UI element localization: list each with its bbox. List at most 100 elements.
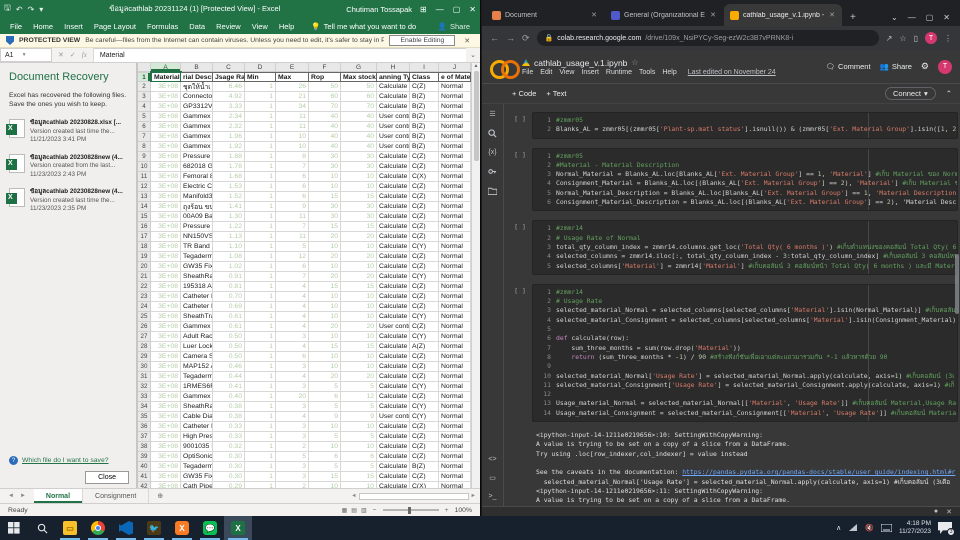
cell[interactable]: 0.69 bbox=[213, 302, 245, 312]
enable-editing-button[interactable]: Enable Editing bbox=[389, 35, 456, 46]
cell[interactable]: 10 bbox=[309, 292, 341, 302]
cell[interactable]: 1 bbox=[245, 132, 276, 142]
cell[interactable]: 9001035 H bbox=[181, 442, 213, 452]
cell[interactable]: Calculate bbox=[377, 432, 410, 442]
taskbar-game-app[interactable]: 🐦 bbox=[140, 516, 168, 540]
row-header[interactable]: 5 bbox=[138, 112, 151, 122]
cell[interactable]: 682018 Ga bbox=[181, 162, 213, 172]
cell[interactable]: 1 bbox=[245, 312, 276, 322]
tray-expand-icon[interactable]: ∧ bbox=[836, 524, 841, 532]
cell[interactable]: 3E+08 bbox=[151, 452, 181, 462]
row-header[interactable]: 20 bbox=[138, 262, 151, 272]
cell[interactable]: 0.50 bbox=[213, 332, 245, 342]
cell[interactable]: ถุงร้อน ขน bbox=[181, 202, 213, 212]
cell[interactable]: 3 bbox=[276, 382, 309, 392]
cell[interactable]: 30 bbox=[341, 162, 377, 172]
cell[interactable]: SheathRa bbox=[181, 402, 213, 412]
cell[interactable]: 0.50 bbox=[213, 342, 245, 352]
cell[interactable]: 6 bbox=[309, 452, 341, 462]
cell[interactable]: Calculate bbox=[377, 272, 410, 282]
cell[interactable]: 5 bbox=[309, 382, 341, 392]
cell[interactable]: 4 bbox=[276, 322, 309, 332]
cell[interactable]: Calculate bbox=[377, 362, 410, 372]
side-panel-icon[interactable]: ▯ bbox=[914, 34, 918, 43]
cell[interactable]: Manifold3 bbox=[181, 192, 213, 202]
last-edited-link[interactable]: Last edited on November 24 bbox=[688, 69, 776, 76]
cell[interactable]: Calculate bbox=[377, 262, 410, 272]
cell[interactable]: GP3312V5 bbox=[181, 102, 213, 112]
cell[interactable]: Normal bbox=[439, 132, 471, 142]
cell[interactable]: 3 bbox=[276, 362, 309, 372]
cell[interactable]: C(Y) bbox=[410, 382, 439, 392]
cell[interactable]: 30 bbox=[341, 202, 377, 212]
cell[interactable]: C(Y) bbox=[410, 332, 439, 342]
cell[interactable]: C(Z) bbox=[410, 162, 439, 172]
cell[interactable]: 11 bbox=[276, 212, 309, 222]
cell[interactable]: Normal bbox=[439, 142, 471, 152]
cell[interactable]: 1 bbox=[245, 162, 276, 172]
hscroll-right-icon[interactable]: ► bbox=[471, 493, 476, 499]
cell[interactable]: Pressure I bbox=[181, 152, 213, 162]
cell[interactable]: 15 bbox=[309, 282, 341, 292]
cell[interactable]: 3E+08 bbox=[151, 372, 181, 382]
cell[interactable]: Normal bbox=[439, 162, 471, 172]
cell[interactable]: 1RMES6F1 bbox=[181, 382, 213, 392]
save-icon[interactable]: 🖫 bbox=[4, 2, 11, 16]
cell[interactable]: 12 bbox=[341, 392, 377, 402]
cell[interactable]: Calculate bbox=[377, 292, 410, 302]
cell[interactable]: 40 bbox=[341, 122, 377, 132]
share-button[interactable]: 👤 Share bbox=[438, 22, 470, 31]
cell[interactable]: 10 bbox=[309, 302, 341, 312]
cell[interactable]: 50 bbox=[309, 82, 341, 92]
excel-minimize-button[interactable]: — bbox=[436, 5, 444, 14]
recovered-file-item[interactable]: ข้อมูลcathlab 20230828new (4...Version c… bbox=[6, 188, 129, 214]
cell[interactable]: OptiSonic bbox=[181, 452, 213, 462]
cell[interactable]: 20 bbox=[341, 322, 377, 332]
cell[interactable]: 3 bbox=[276, 462, 309, 472]
sheet-tab-normal[interactable]: Normal bbox=[33, 489, 84, 503]
bottom-close-icon[interactable]: ✕ bbox=[946, 508, 952, 516]
column-header-H[interactable]: H bbox=[377, 63, 410, 72]
row-header[interactable]: 41 bbox=[138, 472, 151, 482]
cell[interactable]: 1 bbox=[245, 372, 276, 382]
cell[interactable]: 1 bbox=[245, 302, 276, 312]
cell[interactable]: 5 bbox=[309, 462, 341, 472]
cell[interactable]: 3E+08 bbox=[151, 352, 181, 362]
cell[interactable]: 0.81 bbox=[213, 282, 245, 292]
page-break-view-icon[interactable]: ▥ bbox=[361, 507, 367, 514]
cell[interactable]: 6 bbox=[341, 452, 377, 462]
cell[interactable]: 1 bbox=[245, 442, 276, 452]
colab-menu-view[interactable]: View bbox=[559, 69, 574, 76]
cell[interactable]: 1 bbox=[245, 382, 276, 392]
cell[interactable]: 5 bbox=[341, 462, 377, 472]
cell[interactable]: 1 bbox=[245, 322, 276, 332]
cell[interactable]: User contr bbox=[377, 142, 410, 152]
tab-close-icon[interactable]: ✕ bbox=[709, 11, 717, 19]
header-cell[interactable]: Max bbox=[276, 72, 309, 82]
cell[interactable]: C(Z) bbox=[410, 372, 439, 382]
cell[interactable]: 1 bbox=[245, 142, 276, 152]
add-code-button[interactable]: + Code bbox=[512, 89, 536, 98]
cell[interactable]: B(Z) bbox=[410, 102, 439, 112]
cell[interactable]: 3.33 bbox=[213, 102, 245, 112]
cell[interactable]: 3E+08 bbox=[151, 322, 181, 332]
cell[interactable]: Calculate bbox=[377, 352, 410, 362]
row-header[interactable]: 30 bbox=[138, 362, 151, 372]
cell[interactable]: Normal bbox=[439, 212, 471, 222]
cell[interactable]: Normal bbox=[439, 352, 471, 362]
cell[interactable]: 60 bbox=[309, 92, 341, 102]
cell[interactable]: Normal bbox=[439, 252, 471, 262]
cell[interactable]: Normal bbox=[439, 192, 471, 202]
column-header-B[interactable]: B bbox=[181, 63, 213, 72]
excel-maximize-button[interactable]: ▢ bbox=[453, 5, 461, 14]
cell[interactable]: Normal bbox=[439, 102, 471, 112]
cell[interactable]: 0.30 bbox=[213, 462, 245, 472]
cell[interactable]: Normal bbox=[439, 302, 471, 312]
zoom-out-icon[interactable]: − bbox=[373, 507, 377, 514]
cell[interactable]: 7 bbox=[276, 222, 309, 232]
taskbar-vscode[interactable] bbox=[112, 516, 140, 540]
cell[interactable]: 2 bbox=[276, 442, 309, 452]
cell[interactable]: C(Z) bbox=[410, 262, 439, 272]
colab-menu-tools[interactable]: Tools bbox=[639, 69, 655, 76]
start-button[interactable] bbox=[0, 516, 28, 540]
